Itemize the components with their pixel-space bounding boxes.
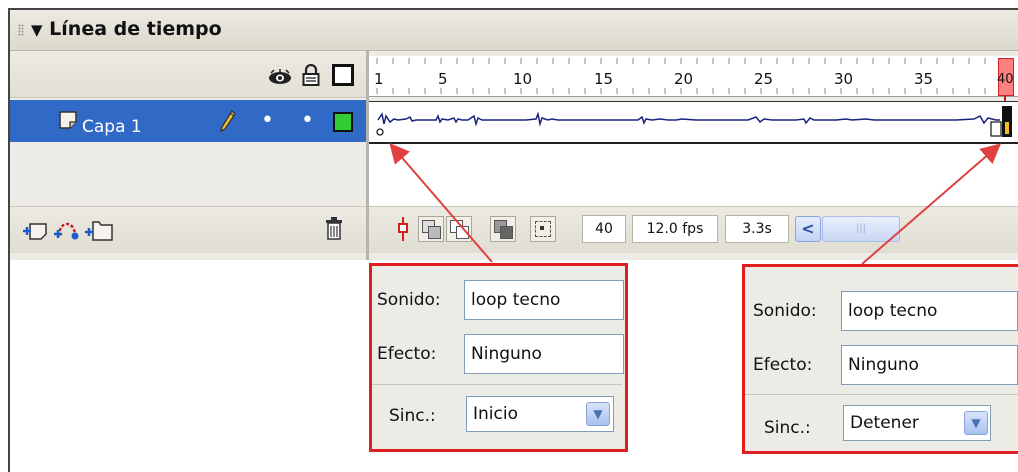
sync-label: Sinc.: [389, 406, 436, 426]
sound-label: Sonido: [377, 290, 441, 310]
effect-field[interactable]: Ninguno [841, 345, 1018, 385]
effect-label: Efecto: [377, 344, 437, 364]
sound-field[interactable]: loop tecno [464, 280, 624, 320]
sync-select-value: Detener [850, 413, 919, 433]
chevron-down-icon[interactable]: ▼ [586, 402, 610, 426]
arrow-left [389, 142, 493, 263]
arrow-right [861, 143, 1002, 265]
sound-field[interactable]: loop tecno [841, 291, 1018, 331]
sound-label: Sonido: [753, 301, 817, 321]
sync-label: Sinc.: [764, 418, 811, 438]
chevron-down-icon[interactable]: ▼ [964, 411, 988, 435]
callout-separator [745, 394, 1018, 395]
sync-select-value: Inicio [473, 404, 518, 424]
effect-field[interactable]: Ninguno [464, 334, 624, 374]
callout-separator [372, 384, 622, 385]
effect-label: Efecto: [753, 355, 813, 375]
